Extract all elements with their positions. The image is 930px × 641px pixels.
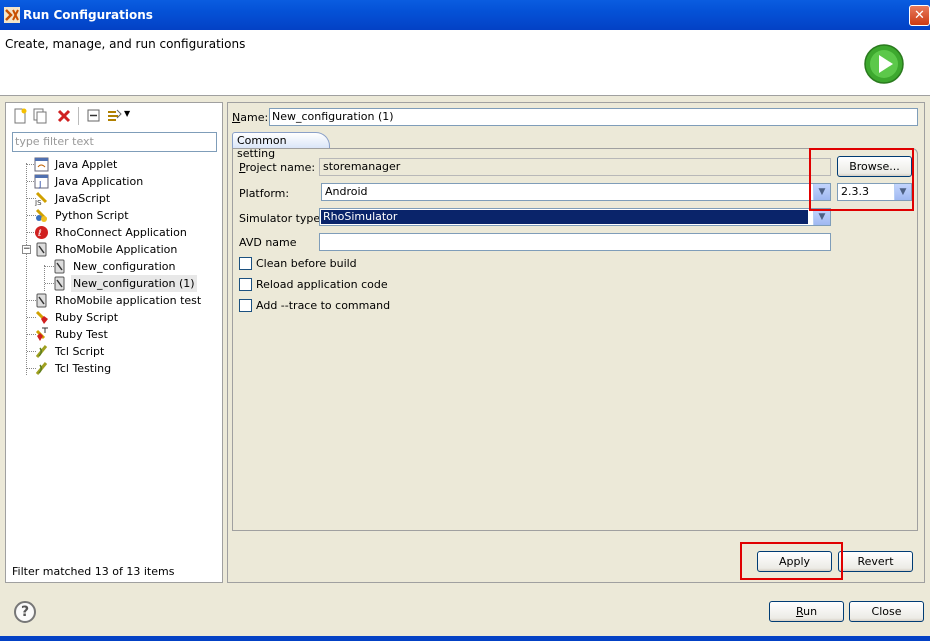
- configuration-tree-panel: ▼ type filter text − Java Applet J Java …: [5, 102, 223, 583]
- dialog-header: Create, manage, and run configurations: [0, 30, 930, 96]
- tree-item-label: New_configuration (1): [71, 275, 197, 292]
- name-label: Name:: [232, 111, 269, 124]
- revert-button[interactable]: Revert: [838, 551, 913, 572]
- tree-item-label: Ruby Test: [55, 328, 108, 341]
- rhomobile-icon: [36, 242, 47, 257]
- tree-connector: [44, 265, 45, 291]
- tab-common-setting[interactable]: Common setting: [232, 132, 330, 160]
- project-name-label: Project name:: [239, 161, 316, 174]
- tcl-script-icon: [35, 345, 48, 358]
- duplicate-icon[interactable]: [32, 108, 48, 124]
- tree-item-label: Java Application: [55, 175, 144, 188]
- configuration-name-input[interactable]: New_configuration (1): [269, 108, 918, 126]
- platform-label: Platform:: [239, 187, 290, 200]
- java-applet-icon: [34, 157, 49, 172]
- tree-item-label: Tcl Script: [55, 345, 105, 358]
- simulator-type-value: RhoSimulator: [320, 209, 809, 225]
- close-icon[interactable]: ✕: [909, 5, 930, 26]
- help-icon[interactable]: ?: [14, 601, 36, 623]
- highlight-browse-version: [809, 148, 914, 211]
- javascript-icon: JS: [34, 191, 48, 206]
- dialog-subtitle: Create, manage, and run configurations: [5, 37, 246, 51]
- close-button[interactable]: Close: [849, 601, 924, 622]
- title-bar: Run Configurations ✕: [0, 0, 930, 30]
- delete-icon[interactable]: [56, 108, 72, 124]
- reload-application-code-checkbox[interactable]: [239, 278, 252, 291]
- platform-select[interactable]: Android ▼: [321, 183, 831, 201]
- tree-connector: [26, 163, 27, 375]
- new-configuration-icon[interactable]: [12, 108, 28, 124]
- filter-menu-icon[interactable]: [106, 108, 122, 124]
- toolbar-separator: [78, 107, 79, 125]
- java-application-icon: J: [34, 174, 49, 189]
- tree-item-label: RhoConnect Application: [55, 226, 187, 239]
- clean-before-build-checkbox[interactable]: [239, 257, 252, 270]
- ruby-test-icon: [35, 327, 48, 341]
- collapse-toggle-icon[interactable]: −: [22, 245, 31, 254]
- tcl-testing-icon: [35, 362, 48, 375]
- platform-value: Android: [325, 185, 368, 198]
- tree-item-label: Tcl Testing: [55, 362, 112, 375]
- tree-item-label: RhoMobile Application: [55, 243, 178, 256]
- tree-item-label: Java Applet: [55, 158, 118, 171]
- filter-input[interactable]: type filter text: [12, 132, 217, 152]
- rhoconnect-icon: ℓ: [35, 226, 48, 239]
- simulator-type-label: Simulator type:: [239, 212, 324, 225]
- chevron-down-icon[interactable]: ▼: [124, 109, 130, 118]
- ruby-script-icon: [35, 310, 48, 324]
- svg-text:J: J: [38, 180, 41, 189]
- add-trace-checkbox[interactable]: [239, 299, 252, 312]
- svg-text:ℓ: ℓ: [37, 229, 42, 239]
- tree-item-label: New_configuration: [73, 260, 176, 273]
- config-icon: [54, 276, 65, 291]
- config-icon: [54, 259, 65, 274]
- python-script-icon: [35, 208, 48, 222]
- window-bottom-edge: [0, 636, 930, 641]
- clean-before-build-label: Clean before build: [256, 257, 357, 270]
- window-title: Run Configurations: [23, 8, 153, 22]
- filter-status: Filter matched 13 of 13 items: [12, 565, 175, 578]
- tree-item-label: RhoMobile application test: [55, 294, 202, 307]
- tree-toolbar: ▼: [12, 107, 212, 127]
- add-trace-label: Add --trace to command: [256, 299, 391, 312]
- collapse-all-icon[interactable]: [86, 108, 102, 124]
- tree-item-label: JavaScript: [55, 192, 111, 205]
- avd-name-input[interactable]: [319, 233, 831, 251]
- run-banner-icon: [864, 44, 904, 84]
- reload-application-code-label: Reload application code: [256, 278, 388, 291]
- chevron-down-icon[interactable]: ▼: [813, 209, 830, 225]
- run-button[interactable]: Run: [769, 601, 844, 622]
- simulator-type-select[interactable]: RhoSimulator ▼: [319, 208, 831, 226]
- highlight-apply: [740, 542, 843, 580]
- tree-item-label: Ruby Script: [55, 311, 119, 324]
- rhomobile-test-icon: [36, 293, 47, 308]
- avd-name-label: AVD name: [239, 236, 297, 249]
- run-configurations-icon: [4, 7, 20, 23]
- project-name-field: storemanager: [319, 158, 831, 176]
- svg-text:JS: JS: [34, 199, 42, 206]
- tree-item-label: Python Script: [55, 209, 129, 222]
